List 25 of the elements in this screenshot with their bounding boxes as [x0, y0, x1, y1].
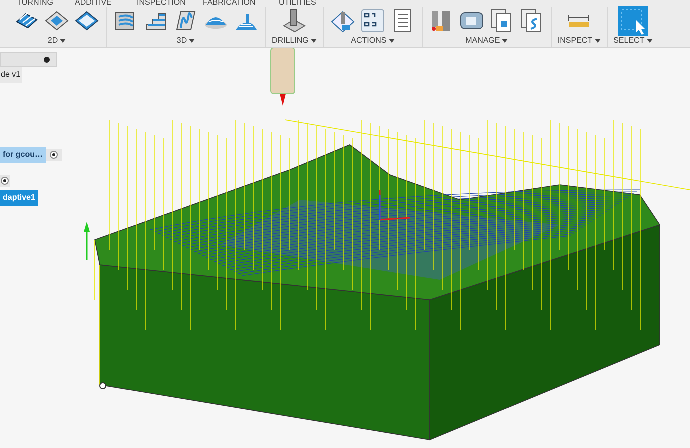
- radio-icon[interactable]: [50, 151, 58, 159]
- browser-header[interactable]: [0, 52, 57, 67]
- group-menu-button[interactable]: 2D: [48, 37, 66, 45]
- caret-icon: [388, 39, 395, 43]
- gcode-icon[interactable]: [360, 8, 386, 34]
- drill-icon[interactable]: [281, 8, 308, 34]
- caret-icon: [310, 39, 317, 43]
- group-menu-button[interactable]: INSPECT: [558, 37, 601, 45]
- group-menu-button[interactable]: 3D: [176, 37, 196, 45]
- cutting-tool-icon: [268, 48, 298, 108]
- caret-icon: [60, 39, 66, 43]
- select-icon[interactable]: [618, 6, 648, 36]
- radio-icon[interactable]: [1, 177, 9, 185]
- caret-icon: [189, 39, 196, 43]
- toggle-icon[interactable]: [44, 56, 50, 62]
- browser-item[interactable]: de v1: [0, 67, 22, 83]
- group-menu-button[interactable]: SELECT: [614, 37, 653, 45]
- group-menu-button[interactable]: ACTIONS: [351, 37, 395, 45]
- caret-icon: [502, 39, 508, 43]
- caret-icon: [594, 39, 601, 43]
- browser-item[interactable]: daptive1: [0, 190, 38, 206]
- browser-item[interactable]: for gcou…: [0, 147, 46, 163]
- caret-icon: [646, 39, 653, 43]
- group-menu-button[interactable]: MANAGE: [466, 37, 508, 45]
- group-menu-button[interactable]: DRILLING: [272, 37, 317, 45]
